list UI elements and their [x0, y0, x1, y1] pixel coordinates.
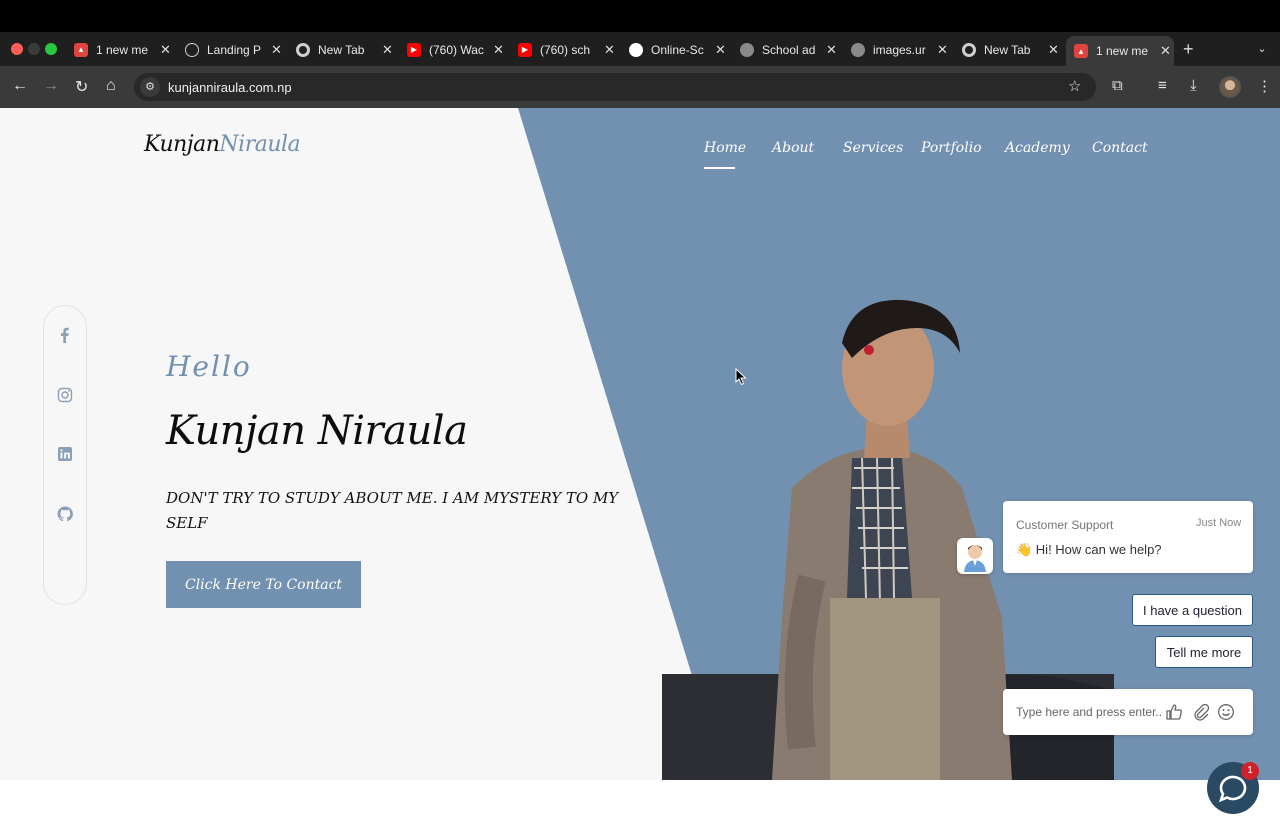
- close-icon[interactable]: ✕: [382, 42, 393, 58]
- chat-agent-name: Customer Support: [1016, 518, 1114, 532]
- forward-arrow-icon[interactable]: →: [43, 77, 59, 95]
- browser-tab[interactable]: School ad ✕: [732, 37, 840, 62]
- nav-contact[interactable]: Contact: [1092, 140, 1148, 156]
- close-icon[interactable]: ✕: [604, 42, 615, 58]
- tab-label: Online-Sc: [651, 42, 704, 57]
- chevron-down-icon[interactable]: ⌄: [1250, 38, 1274, 60]
- new-tab-button[interactable]: +: [1183, 39, 1194, 60]
- close-icon[interactable]: ✕: [160, 42, 171, 58]
- close-icon[interactable]: ✕: [271, 42, 282, 58]
- youtube-icon: ▶: [518, 42, 532, 57]
- mouse-cursor-icon: [735, 368, 747, 386]
- hero-greeting: Hello: [166, 350, 252, 383]
- browser-tab[interactable]: images.ur ✕: [843, 37, 951, 62]
- chat-message-card: [1003, 501, 1253, 573]
- close-icon[interactable]: ✕: [493, 42, 504, 58]
- contact-cta-button[interactable]: Click Here To Contact: [166, 561, 361, 608]
- hero-name: Kunjan Niraula: [166, 408, 468, 454]
- close-window-button[interactable]: [11, 43, 23, 55]
- extensions-icon[interactable]: ⧉: [1112, 77, 1123, 94]
- chat-timestamp: Just Now: [1196, 517, 1242, 529]
- media-queue-icon[interactable]: ≡: [1158, 77, 1167, 94]
- chrome-icon: [296, 42, 310, 57]
- emoji-icon[interactable]: [1217, 703, 1235, 721]
- nav-home[interactable]: Home: [704, 140, 746, 156]
- home-icon[interactable]: ⌂: [106, 77, 116, 95]
- download-icon[interactable]: ⤓: [1190, 77, 1197, 94]
- site-settings-icon[interactable]: ⚙: [140, 77, 160, 97]
- close-icon[interactable]: ✕: [937, 42, 948, 58]
- pdf-red-icon: ▲: [74, 42, 88, 57]
- maximize-window-button[interactable]: [45, 43, 57, 55]
- browser-tab[interactable]: New Tab ✕: [954, 37, 1062, 62]
- close-icon[interactable]: ✕: [1160, 43, 1171, 59]
- tab-label: 1 new me: [1096, 44, 1149, 58]
- bookmark-star-icon[interactable]: ☆: [1068, 77, 1081, 95]
- github-icon: [629, 42, 643, 57]
- close-icon[interactable]: ✕: [715, 42, 726, 58]
- youtube-icon: ▶: [407, 42, 421, 57]
- browser-tab[interactable]: Online-Sc ✕: [621, 37, 729, 62]
- instagram-icon[interactable]: [57, 387, 73, 403]
- browser-tab[interactable]: New Tab ✕: [288, 37, 396, 62]
- tab-label: New Tab: [984, 42, 1031, 57]
- logo-second: Niraula: [219, 132, 301, 157]
- pdf-red-icon: ▲: [1074, 44, 1088, 58]
- tab-label: Landing P: [207, 42, 262, 57]
- openai-icon: [185, 42, 199, 57]
- quick-reply-question[interactable]: I have a question: [1132, 594, 1253, 626]
- tab-label: (760) sch: [540, 42, 591, 57]
- next-section: [0, 780, 1280, 832]
- logo-first: Kunjan: [144, 132, 220, 157]
- back-arrow-icon[interactable]: ←: [12, 77, 28, 95]
- chat-input-placeholder[interactable]: Type here and press enter..: [1016, 705, 1162, 719]
- close-icon[interactable]: ✕: [1048, 42, 1059, 58]
- github-icon[interactable]: [57, 506, 73, 522]
- browser-tab-active[interactable]: ▲ 1 new me ✕: [1066, 36, 1174, 66]
- nav-academy[interactable]: Academy: [1005, 140, 1070, 156]
- kebab-menu-icon[interactable]: ⋮: [1257, 77, 1272, 95]
- browser-tab[interactable]: ▶ (760) Wac ✕: [399, 37, 507, 62]
- url-text[interactable]: kunjanniraula.com.np: [168, 80, 292, 95]
- browser-tab[interactable]: ▲ 1 new me ✕: [66, 37, 174, 62]
- tab-label: images.ur: [873, 42, 926, 57]
- browser-tab[interactable]: Landing P ✕: [177, 37, 285, 62]
- minimize-window-button[interactable]: [28, 43, 40, 55]
- globe-icon: [851, 42, 865, 57]
- nav-services[interactable]: Services: [843, 140, 903, 156]
- browser-tab[interactable]: ▶ (760) sch ✕: [510, 37, 618, 62]
- nav-about[interactable]: About: [772, 140, 814, 156]
- tab-label: New Tab: [318, 42, 365, 57]
- reload-icon[interactable]: ↻: [75, 77, 88, 97]
- nav-portfolio[interactable]: Portfolio: [921, 140, 982, 156]
- thumbs-up-icon[interactable]: [1165, 703, 1183, 721]
- close-icon[interactable]: ✕: [826, 42, 837, 58]
- chrome-icon: [962, 42, 976, 57]
- tab-label: 1 new me: [96, 42, 149, 57]
- unread-badge: 1: [1241, 762, 1259, 780]
- tab-label: School ad: [762, 42, 816, 57]
- chat-greeting-message: 👋 Hi! How can we help?: [1016, 542, 1162, 557]
- attachment-icon[interactable]: [1192, 703, 1210, 721]
- site-logo[interactable]: KunjanNiraula: [144, 132, 301, 157]
- web-page: KunjanNiraula Home About Services Portfo…: [0, 108, 1280, 832]
- profile-avatar[interactable]: [1219, 76, 1241, 98]
- nav-active-indicator: [704, 167, 735, 169]
- quick-reply-tell-more[interactable]: Tell me more: [1155, 636, 1253, 668]
- hero-tagline: DON'T TRY TO STUDY ABOUT ME. I AM MYSTER…: [166, 489, 619, 532]
- support-agent-avatar: [957, 538, 993, 574]
- facebook-icon[interactable]: [57, 327, 73, 343]
- macos-title-bar: [0, 0, 1280, 32]
- globe-icon: [740, 42, 754, 57]
- linkedin-icon[interactable]: [57, 446, 73, 462]
- tab-label: (760) Wac: [429, 42, 484, 57]
